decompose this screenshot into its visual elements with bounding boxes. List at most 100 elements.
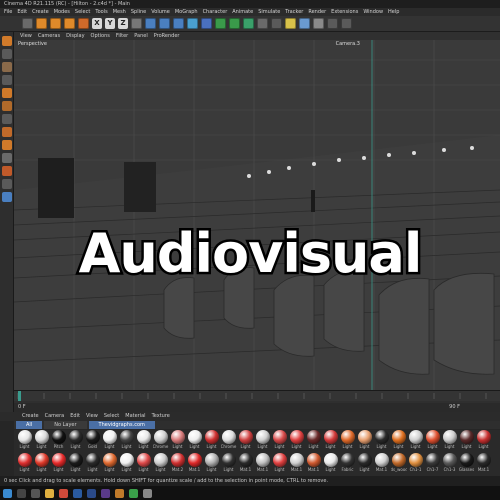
undo-icon[interactable] [22, 18, 33, 29]
material-swatch[interactable]: Light [475, 430, 492, 453]
viewport-menu-display[interactable]: Display [66, 32, 84, 40]
xpresso-icon[interactable] [313, 18, 324, 29]
material-swatch[interactable]: Light [458, 430, 475, 453]
material-menu-camera[interactable]: Camera [45, 412, 65, 421]
menu-mesh[interactable]: Mesh [113, 8, 126, 16]
move-tool-icon[interactable] [36, 18, 47, 29]
material-swatch[interactable]: Gold [84, 430, 101, 453]
layout-icon[interactable] [327, 18, 338, 29]
menu-edit[interactable]: Edit [17, 8, 27, 16]
material-swatch[interactable]: Light [152, 453, 169, 476]
render-picture-viewer-icon[interactable] [159, 18, 170, 29]
menu-mograph[interactable]: MoGraph [175, 8, 198, 16]
menu-render[interactable]: Render [308, 8, 326, 16]
material-swatch[interactable]: Light [101, 430, 118, 453]
planar-workplane-icon[interactable] [1, 192, 12, 202]
material-swatch[interactable]: Light [118, 430, 135, 453]
point-mode-icon[interactable] [1, 75, 12, 85]
menu-volume[interactable]: Volume [151, 8, 170, 16]
menu-select[interactable]: Select [75, 8, 90, 16]
cube-object-icon[interactable] [187, 18, 198, 29]
task-view-icon[interactable] [31, 488, 40, 498]
menu-spline[interactable]: Spline [131, 8, 146, 16]
timeline[interactable]: 0 F 90 F [14, 390, 500, 413]
chrome-icon[interactable] [59, 488, 68, 498]
material-swatch[interactable]: Mat.1 [305, 453, 322, 476]
cloner-icon[interactable] [229, 18, 240, 29]
floor-object-icon[interactable] [257, 18, 268, 29]
material-menu-texture[interactable]: Texture [152, 412, 170, 421]
material-swatch[interactable]: Mat.1 [373, 453, 390, 476]
material-swatch[interactable]: Light [118, 453, 135, 476]
material-swatch[interactable]: Light [220, 453, 237, 476]
material-menu-view[interactable]: View [86, 412, 98, 421]
viewport-menu-filter[interactable]: Filter [116, 32, 128, 40]
menu-file[interactable]: File [4, 8, 12, 16]
viewport-menu-prorender[interactable]: ProRender [154, 32, 180, 40]
bend-deformer-icon[interactable] [243, 18, 254, 29]
material-swatch[interactable]: Light [135, 453, 152, 476]
app-icon[interactable] [143, 488, 152, 498]
tweak-mode-icon[interactable] [1, 127, 12, 137]
material-swatch[interactable]: Light [271, 453, 288, 476]
illustrator-icon[interactable] [115, 488, 124, 498]
make-editable-icon[interactable] [1, 36, 12, 46]
material-swatch[interactable]: Light [271, 430, 288, 453]
viewport-menu-panel[interactable]: Panel [134, 32, 148, 40]
material-swatch[interactable]: Chrome [220, 430, 237, 453]
material-swatch[interactable]: Glasses [458, 453, 475, 476]
material-swatch[interactable]: Light [424, 430, 441, 453]
after-effects-icon[interactable] [101, 488, 110, 498]
viewport-menu-view[interactable]: View [20, 32, 32, 40]
material-swatch[interactable]: Mat.1 [475, 453, 492, 476]
timeline-end-frame[interactable]: 90 F [449, 404, 460, 410]
material-tab-thevidgraphs[interactable]: Thevidgraphs.com [88, 421, 155, 429]
material-swatch[interactable]: Ch1-1 [407, 453, 424, 476]
menu-modes[interactable]: Modes [54, 8, 70, 16]
solo-icon[interactable] [1, 166, 12, 176]
viewport-menu-cameras[interactable]: Cameras [38, 32, 60, 40]
material-swatch[interactable]: Light [254, 430, 271, 453]
material-tab-all[interactable]: All [16, 421, 43, 429]
material-swatch[interactable]: Light [339, 430, 356, 453]
material-swatch[interactable]: Mat.1 [254, 453, 271, 476]
sky-object-icon[interactable] [299, 18, 310, 29]
photoshop-icon[interactable] [87, 488, 96, 498]
material-swatch[interactable]: Light [186, 430, 203, 453]
material-swatch[interactable]: Light [169, 430, 186, 453]
menu-tools[interactable]: Tools [95, 8, 107, 16]
whatsapp-icon[interactable] [129, 488, 138, 498]
menu-window[interactable]: Window [363, 8, 383, 16]
camera-object-icon[interactable] [271, 18, 282, 29]
material-swatch[interactable]: Light [135, 430, 152, 453]
material-swatch[interactable]: Light [390, 430, 407, 453]
texture-mode-icon[interactable] [1, 62, 12, 72]
material-swatch[interactable]: Light [84, 453, 101, 476]
menu-create[interactable]: Create [32, 8, 49, 16]
material-swatch[interactable]: Fabric [339, 453, 356, 476]
material-menu-edit[interactable]: Edit [70, 412, 80, 421]
material-menu-material[interactable]: Material [125, 412, 145, 421]
material-swatch[interactable]: Light [33, 453, 50, 476]
material-swatch[interactable]: Light [305, 430, 322, 453]
axis-z-lock-button[interactable]: Z [118, 18, 128, 29]
viewport-menu-options[interactable]: Options [91, 32, 110, 40]
material-swatch[interactable]: ds_wood [390, 453, 407, 476]
material-swatch[interactable]: Light [356, 430, 373, 453]
edge-mode-icon[interactable] [1, 88, 12, 98]
material-swatch[interactable]: Light [33, 430, 50, 453]
material-swatch[interactable]: Light [322, 430, 339, 453]
timeline-start-frame[interactable]: 0 F [18, 404, 26, 410]
axis-mode-icon[interactable] [1, 114, 12, 124]
material-tab-no-layer[interactable]: No Layer [44, 421, 87, 429]
menu-extensions[interactable]: Extensions [331, 8, 358, 16]
material-menu-create[interactable]: Create [22, 412, 39, 421]
cinema4d-icon[interactable] [73, 488, 82, 498]
3d-viewport[interactable]: Perspective Camera.3 [14, 40, 500, 390]
windows-start-icon[interactable] [3, 488, 12, 498]
material-swatch[interactable]: Light [237, 430, 254, 453]
menu-help[interactable]: Help [388, 8, 399, 16]
material-swatch[interactable]: Light [67, 453, 84, 476]
material-swatch[interactable]: Mat.1 [186, 453, 203, 476]
polygon-mode-icon[interactable] [1, 101, 12, 111]
